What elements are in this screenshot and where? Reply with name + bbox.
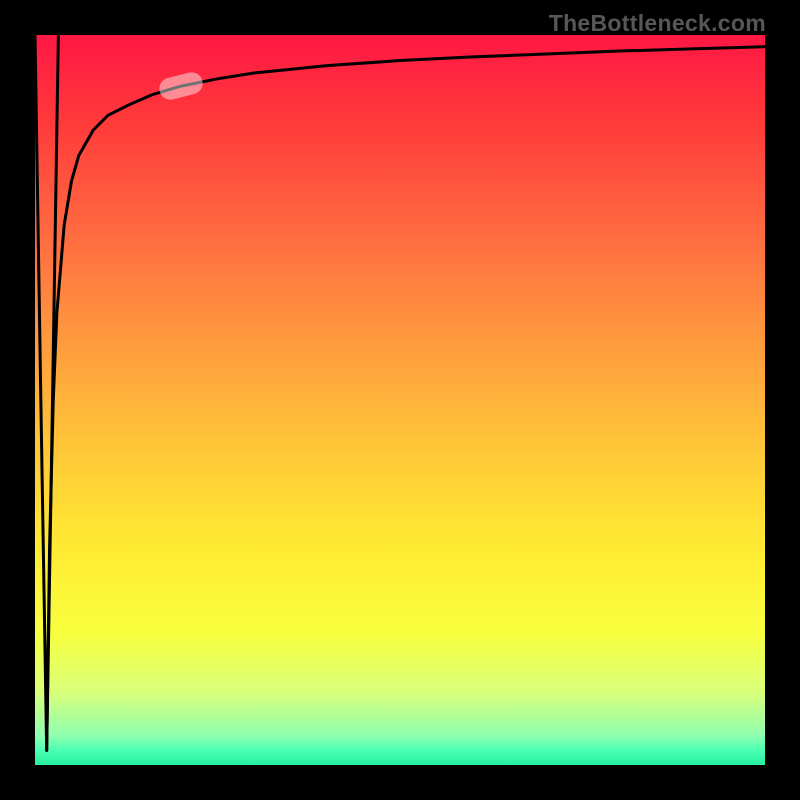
- attribution-label: TheBottleneck.com: [549, 10, 766, 37]
- rising-curve-path: [47, 47, 765, 751]
- chart-canvas: TheBottleneck.com: [0, 0, 800, 800]
- curve-layer: [35, 35, 765, 765]
